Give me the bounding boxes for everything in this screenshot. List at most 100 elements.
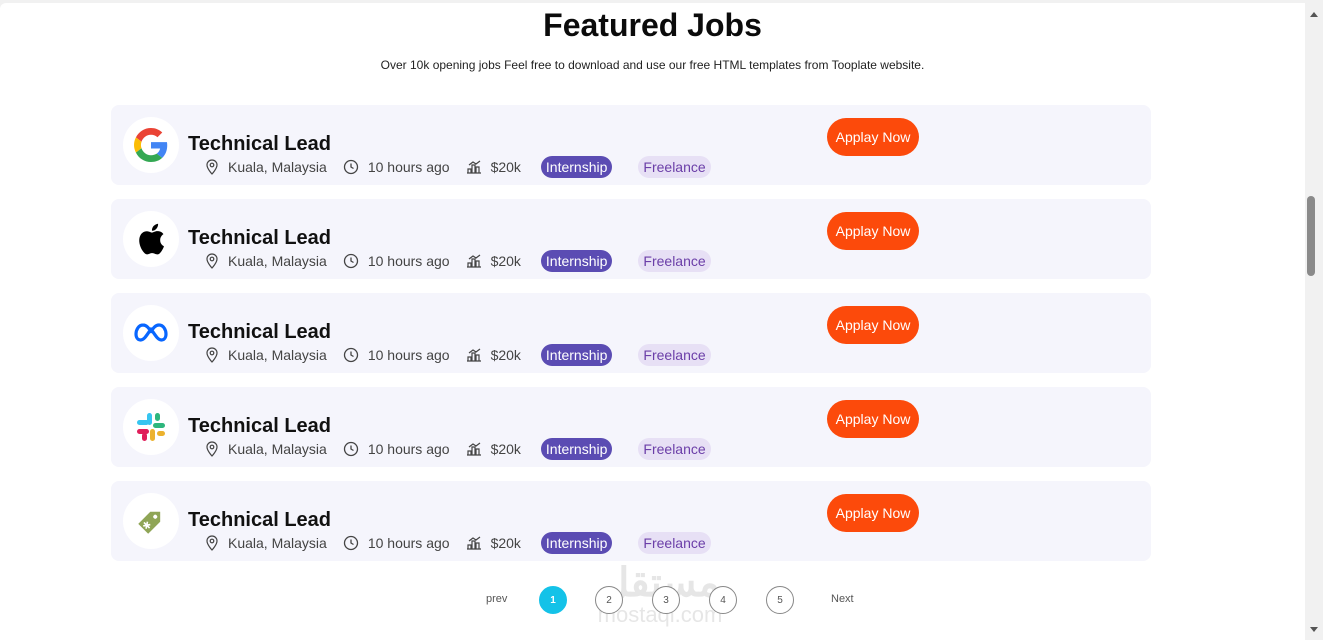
clock-icon <box>343 441 358 457</box>
job-time-text: 10 hours ago <box>367 253 450 269</box>
job-time-text: 10 hours ago <box>367 159 450 175</box>
internship-badge[interactable]: Internship <box>540 250 613 272</box>
job-salary: $20k <box>466 441 521 457</box>
internship-badge[interactable]: Internship <box>540 344 613 366</box>
freelance-badge[interactable]: Freelance <box>638 438 711 460</box>
job-list: Technical Lead Kuala, Malaysia 10 hours … <box>111 105 1151 575</box>
company-logo <box>123 117 179 173</box>
clock-icon <box>343 253 358 269</box>
location-pin-icon <box>206 253 218 269</box>
company-logo <box>123 305 179 361</box>
salary-icon <box>466 442 481 456</box>
job-location-text: Kuala, Malaysia <box>228 253 327 269</box>
job-salary-text: $20k <box>490 441 521 457</box>
job-location-text: Kuala, Malaysia <box>228 535 327 551</box>
job-salary: $20k <box>466 347 521 363</box>
company-logo <box>123 493 179 549</box>
job-card[interactable]: Technical Lead Kuala, Malaysia 10 hours … <box>111 481 1151 561</box>
clock-icon <box>343 347 358 363</box>
location-pin-icon <box>206 347 218 363</box>
pagination-page-1[interactable]: 1 <box>539 586 567 614</box>
job-salary-text: $20k <box>490 159 521 175</box>
job-posted-time: 10 hours ago <box>343 441 450 457</box>
page: Featured Jobs Over 10k opening jobs Feel… <box>0 3 1305 640</box>
apply-now-button[interactable]: Applay Now <box>827 306 919 344</box>
job-meta: Kuala, Malaysia 10 hours ago $20k Intern… <box>205 437 737 461</box>
internship-badge[interactable]: Internship <box>540 532 613 554</box>
google-logo-icon <box>134 128 168 162</box>
freelance-badge[interactable]: Freelance <box>638 344 711 366</box>
salary-icon <box>466 254 481 268</box>
job-card[interactable]: Technical Lead Kuala, Malaysia 10 hours … <box>111 387 1151 467</box>
job-posted-time: 10 hours ago <box>343 535 450 551</box>
job-meta: Kuala, Malaysia 10 hours ago $20k Intern… <box>205 155 737 179</box>
job-card[interactable]: Technical Lead Kuala, Malaysia 10 hours … <box>111 199 1151 279</box>
location-pin-icon <box>206 535 218 551</box>
meta-logo-icon <box>134 323 168 342</box>
clock-icon <box>343 159 358 175</box>
job-title[interactable]: Technical Lead <box>188 133 331 156</box>
apply-now-button[interactable]: Applay Now <box>827 400 919 438</box>
job-salary-text: $20k <box>490 347 521 363</box>
freelance-badge[interactable]: Freelance <box>638 156 711 178</box>
pagination: prev 1 2 3 4 5 Next <box>0 586 1305 616</box>
company-logo <box>123 399 179 455</box>
job-time-text: 10 hours ago <box>367 441 450 457</box>
job-title[interactable]: Technical Lead <box>188 227 331 250</box>
job-location: Kuala, Malaysia <box>205 441 327 457</box>
job-location: Kuala, Malaysia <box>205 535 327 551</box>
freelance-badge[interactable]: Freelance <box>638 532 711 554</box>
job-meta: Kuala, Malaysia 10 hours ago $20k Intern… <box>205 343 737 367</box>
tag-logo-icon <box>138 511 161 534</box>
vertical-scrollbar[interactable] <box>1305 0 1323 640</box>
location-pin-icon <box>206 159 218 175</box>
company-logo <box>123 211 179 267</box>
job-meta: Kuala, Malaysia 10 hours ago $20k Intern… <box>205 249 737 273</box>
apply-now-button[interactable]: Applay Now <box>827 494 919 532</box>
pagination-page-2[interactable]: 2 <box>595 586 623 614</box>
job-salary: $20k <box>466 253 521 269</box>
clock-icon <box>343 535 358 551</box>
job-location: Kuala, Malaysia <box>205 253 327 269</box>
job-meta: Kuala, Malaysia 10 hours ago $20k Intern… <box>205 531 737 555</box>
page-title: Featured Jobs <box>543 7 762 43</box>
salary-icon <box>466 348 481 362</box>
apple-logo-icon <box>139 223 164 255</box>
job-card[interactable]: Technical Lead Kuala, Malaysia 10 hours … <box>111 293 1151 373</box>
job-time-text: 10 hours ago <box>367 535 450 551</box>
job-location: Kuala, Malaysia <box>205 347 327 363</box>
scrollbar-thumb[interactable] <box>1307 196 1315 276</box>
location-pin-icon <box>206 441 218 457</box>
internship-badge[interactable]: Internship <box>540 156 613 178</box>
slack-logo-icon <box>137 413 165 441</box>
pagination-page-5[interactable]: 5 <box>766 586 794 614</box>
scroll-up-arrow-icon[interactable] <box>1310 12 1318 17</box>
job-posted-time: 10 hours ago <box>343 347 450 363</box>
pagination-page-3[interactable]: 3 <box>652 586 680 614</box>
page-subtitle: Over 10k opening jobs Feel free to downl… <box>380 58 925 72</box>
job-salary-text: $20k <box>490 253 521 269</box>
job-time-text: 10 hours ago <box>367 347 450 363</box>
job-salary-text: $20k <box>490 535 521 551</box>
job-card[interactable]: Technical Lead Kuala, Malaysia 10 hours … <box>111 105 1151 185</box>
job-salary: $20k <box>466 159 521 175</box>
scroll-down-arrow-icon[interactable] <box>1310 627 1318 632</box>
pagination-prev-link[interactable]: prev <box>486 593 507 605</box>
apply-now-button[interactable]: Applay Now <box>827 212 919 250</box>
job-title[interactable]: Technical Lead <box>188 509 331 532</box>
job-location-text: Kuala, Malaysia <box>228 441 327 457</box>
pagination-next-link[interactable]: Next <box>831 593 854 605</box>
job-location-text: Kuala, Malaysia <box>228 347 327 363</box>
job-posted-time: 10 hours ago <box>343 159 450 175</box>
job-location-text: Kuala, Malaysia <box>228 159 327 175</box>
job-title[interactable]: Technical Lead <box>188 415 331 438</box>
job-title[interactable]: Technical Lead <box>188 321 331 344</box>
pagination-page-4[interactable]: 4 <box>709 586 737 614</box>
apply-now-button[interactable]: Applay Now <box>827 118 919 156</box>
job-location: Kuala, Malaysia <box>205 159 327 175</box>
job-salary: $20k <box>466 535 521 551</box>
internship-badge[interactable]: Internship <box>540 438 613 460</box>
salary-icon <box>466 160 481 174</box>
freelance-badge[interactable]: Freelance <box>638 250 711 272</box>
salary-icon <box>466 536 481 550</box>
